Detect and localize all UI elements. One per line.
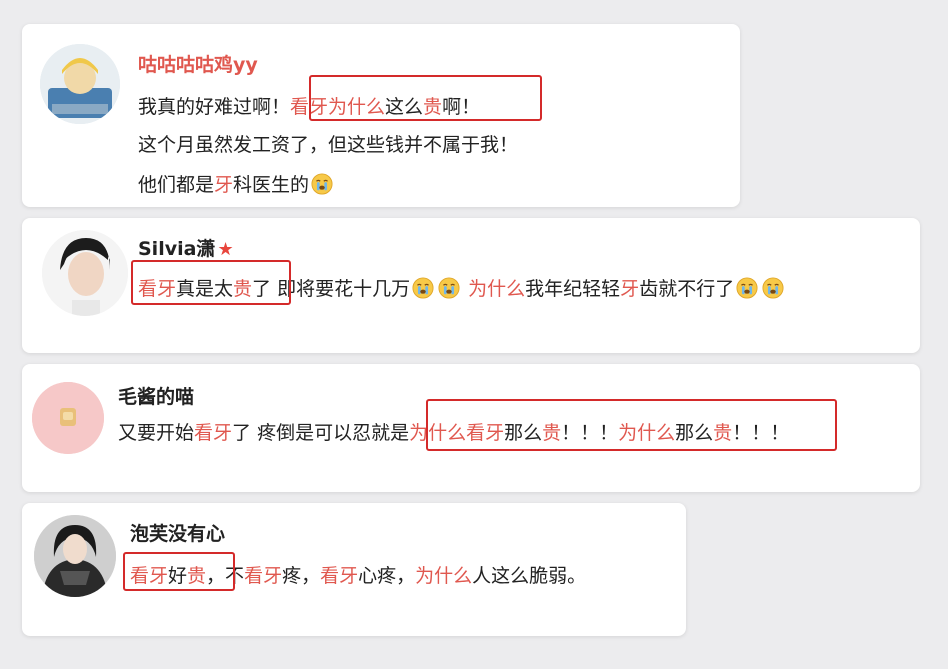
- highlight-text: 牙: [620, 278, 640, 300]
- crying-emoji-icon: [412, 277, 434, 299]
- highlight-text: 看牙: [244, 565, 283, 587]
- comment-text: 人这么脆弱。: [472, 565, 587, 587]
- highlight-text: 为什么: [468, 278, 526, 300]
- comment-text: 了 疼倒是可以忍就是: [232, 422, 410, 444]
- highlight-text: 牙: [214, 174, 234, 196]
- highlight-text: 看牙: [194, 422, 233, 444]
- highlight-text: 为什么: [415, 565, 473, 587]
- comment-text: 我年纪轻轻: [525, 278, 621, 300]
- comment-line: 他们都是牙科医生的: [138, 170, 335, 197]
- crying-emoji-icon: [762, 277, 784, 299]
- crying-emoji-icon: [438, 277, 460, 299]
- avatar[interactable]: [32, 382, 104, 454]
- highlight-box: [309, 75, 542, 121]
- highlight-text: 看牙: [320, 565, 359, 587]
- comment-text: 我真的好难过啊！: [138, 96, 291, 118]
- username-text: Silvia潇: [138, 238, 216, 260]
- highlight-box: [131, 260, 291, 305]
- comment-text: 心疼，: [358, 565, 416, 587]
- comment-line: 这个月虽然发工资了，但这些钱并不属于我！: [138, 130, 518, 157]
- username[interactable]: 毛酱的喵: [118, 382, 194, 409]
- comment-card: 泡芙没有心 看牙好贵，不看牙疼，看牙心疼，为什么人这么脆弱。: [22, 503, 686, 636]
- comment-text: 齿就不行了: [639, 278, 735, 300]
- comment-text: 疼，: [282, 565, 321, 587]
- highlight-box: [123, 552, 235, 591]
- avatar[interactable]: [42, 230, 128, 316]
- comment-card: Silvia潇 ★ 看牙真是太贵了 即将要花十几万 为什么我年纪轻轻牙齿就不行了: [22, 218, 920, 353]
- crying-emoji-icon: [311, 173, 333, 195]
- avatar[interactable]: [40, 44, 120, 124]
- avatar[interactable]: [34, 515, 116, 597]
- username[interactable]: Silvia潇 ★: [138, 234, 234, 261]
- comment-text: 又要开始: [118, 422, 195, 444]
- comment-text: 科医生的: [233, 174, 310, 196]
- username[interactable]: 咕咕咕咕鸡yy: [138, 50, 258, 77]
- comment-card: 咕咕咕咕鸡yy 我真的好难过啊！看牙为什么这么贵啊！ 这个月虽然发工资了，但这些…: [22, 24, 740, 207]
- username[interactable]: 泡芙没有心: [130, 519, 225, 546]
- comment-card: 毛酱的喵 又要开始看牙了 疼倒是可以忍就是为什么看牙那么贵！！！为什么那么贵！！…: [22, 364, 920, 492]
- star-badge-icon: ★: [217, 239, 234, 260]
- comment-text: 这个月虽然发工资了，但这些钱并不属于我！: [138, 134, 519, 156]
- comment-text: 他们都是: [138, 174, 215, 196]
- crying-emoji-icon: [736, 277, 758, 299]
- highlight-box: [426, 399, 837, 451]
